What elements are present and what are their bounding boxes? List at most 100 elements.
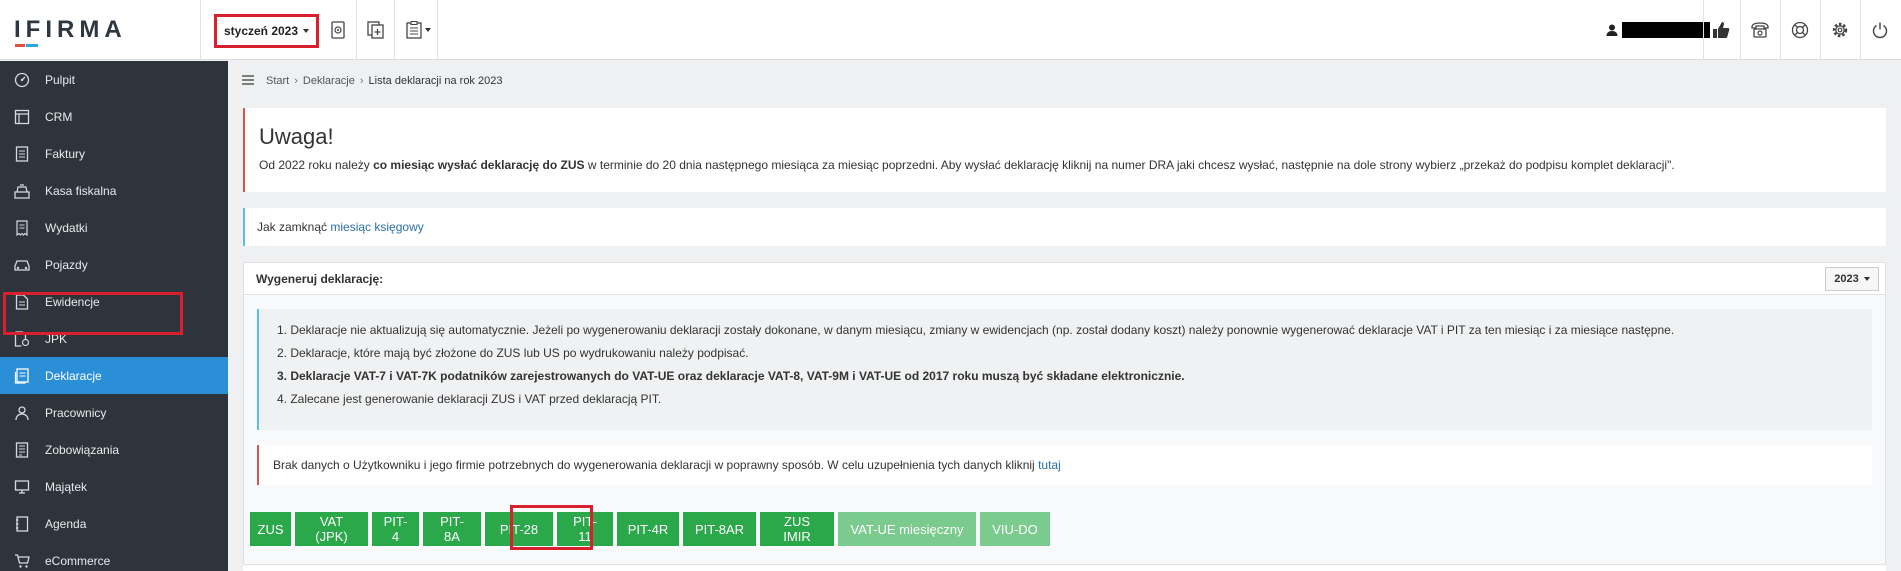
- sidebar-item-zobowiazania[interactable]: Zobowiązania: [0, 431, 228, 468]
- close-month-link[interactable]: miesiąc księgowy: [330, 220, 423, 234]
- list-item: 1. Deklaracje nie aktualizują się automa…: [277, 323, 1675, 337]
- invoice-icon: [12, 145, 32, 162]
- divider: [394, 0, 395, 60]
- declaration-buttons: ZUS VAT (JPK) PIT-4 PIT-8A PIT-28 PIT-11…: [250, 512, 1050, 546]
- year-selector[interactable]: 2023: [1825, 267, 1879, 291]
- user-menu[interactable]: [1606, 20, 1710, 40]
- divider: [1780, 0, 1781, 60]
- sidebar-item-crm[interactable]: CRM: [0, 98, 228, 135]
- divider: [1820, 0, 1821, 60]
- chevron-down-icon: [424, 28, 431, 32]
- breadcrumb-current: Lista deklaracji na rok 2023: [368, 75, 503, 87]
- liabilities-icon: [12, 441, 32, 458]
- breadcrumb-deklaracje[interactable]: Deklaracje: [303, 75, 355, 87]
- sidebar-item-label: Pojazdy: [45, 257, 88, 272]
- cart-icon: [12, 553, 32, 569]
- divider: [1703, 0, 1704, 60]
- sidebar-item-label: Pulpit: [45, 72, 76, 87]
- phone-icon[interactable]: [1748, 18, 1772, 42]
- sidebar-item-label: Wydatki: [45, 220, 88, 235]
- generate-declaration-panel: Wygeneruj deklarację: 2023 1. Deklaracje…: [243, 262, 1886, 571]
- sidebar-item-label: CRM: [45, 109, 73, 124]
- cash-register-icon: [12, 183, 32, 199]
- sidebar-item-wydatki[interactable]: Wydatki: [0, 209, 228, 246]
- sidebar: Pulpit CRM Faktury Kasa fiskalna Wydatki…: [0, 61, 228, 571]
- sidebar-item-faktury[interactable]: Faktury: [0, 135, 228, 172]
- assets-icon: [12, 479, 32, 495]
- sidebar-item-majatek[interactable]: Majątek: [0, 468, 228, 505]
- divider: [437, 0, 438, 60]
- pit-11-button[interactable]: PIT-11: [557, 512, 613, 546]
- records-icon: [12, 293, 32, 310]
- sidebar-item-ewidencje[interactable]: Ewidencje: [0, 283, 228, 320]
- divider: [1740, 0, 1741, 60]
- pit-28-button[interactable]: PIT-28: [485, 512, 553, 546]
- vat-jpk-button[interactable]: VAT (JPK): [295, 512, 368, 546]
- sidebar-item-label: Pracownicy: [45, 405, 107, 420]
- stamp-icon[interactable]: [326, 18, 350, 42]
- zus-button[interactable]: ZUS: [250, 512, 291, 546]
- sidebar-item-label: Ewidencje: [45, 294, 100, 309]
- sidebar-item-ecommerce[interactable]: eCommerce: [0, 542, 228, 571]
- notes-list: 1. Deklaracje nie aktualizują się automa…: [257, 309, 1872, 430]
- breadcrumb-start[interactable]: Start: [266, 75, 289, 87]
- close-month-info: Jak zamknąć miesiąc księgowy: [243, 208, 1886, 246]
- power-icon[interactable]: [1868, 18, 1892, 42]
- warning-alert: Uwaga! Od 2022 roku należy co miesiąc wy…: [243, 108, 1886, 192]
- declarations-icon: [12, 367, 32, 384]
- divider: [1860, 0, 1861, 60]
- chevron-down-icon: [1863, 277, 1870, 281]
- dashboard-icon: [12, 72, 32, 88]
- settings-icon[interactable]: [1828, 18, 1852, 42]
- divider: [200, 0, 201, 60]
- thumbs-up-icon[interactable]: [1709, 18, 1733, 42]
- car-icon: [12, 257, 32, 273]
- redacted-username: [1622, 22, 1710, 38]
- sidebar-item-agenda[interactable]: Agenda: [0, 505, 228, 542]
- alert-title: Uwaga!: [259, 124, 334, 149]
- pit-4r-button[interactable]: PIT-4R: [617, 512, 679, 546]
- sidebar-item-pojazdy[interactable]: Pojazdy: [0, 246, 228, 283]
- ifirma-logo[interactable]: I F IRMA: [14, 16, 127, 47]
- pit-8ar-button[interactable]: PIT-8AR: [683, 512, 756, 546]
- sidebar-item-kasa-fiskalna[interactable]: Kasa fiskalna: [0, 172, 228, 209]
- divider: [356, 0, 357, 60]
- fill-data-link[interactable]: tutaj: [1038, 458, 1061, 472]
- breadcrumb: Start › Deklaracje › Lista deklaracji na…: [228, 61, 1901, 101]
- sidebar-item-deklaracje[interactable]: Deklaracje: [0, 357, 228, 394]
- alert-text-bold: co miesiąc wysłać deklarację do ZUS: [373, 158, 585, 172]
- lifebuoy-icon[interactable]: [1788, 18, 1812, 42]
- pit-8a-button[interactable]: PIT-8A: [423, 512, 481, 546]
- list-item: 3. Deklaracje VAT-7 i VAT-7K podatników …: [277, 369, 1185, 383]
- sidebar-item-jpk[interactable]: JPK: [0, 320, 228, 357]
- jpk-icon: [12, 330, 32, 347]
- sidebar-item-label: Faktury: [45, 146, 86, 161]
- agenda-icon: [12, 515, 32, 532]
- close-month-text: Jak zamknąć: [257, 220, 328, 234]
- viu-do-button[interactable]: VIU-DO: [980, 512, 1050, 546]
- top-bar: I F IRMA styczeń 2023: [0, 0, 1901, 60]
- alert-text-part: w terminie do 20 dnia następnego miesiąc…: [584, 158, 1675, 172]
- sidebar-item-pracownicy[interactable]: Pracownicy: [0, 394, 228, 431]
- sidebar-item-label: Kasa fiskalna: [45, 183, 117, 198]
- chevron-right-icon: ›: [359, 75, 364, 87]
- sidebar-item-label: eCommerce: [45, 553, 111, 568]
- zus-imir-button[interactable]: ZUS IMIR: [760, 512, 834, 546]
- vat-ue-monthly-button[interactable]: VAT-UE miesięczny: [838, 512, 976, 546]
- month-selector-label: styczeń 2023: [223, 24, 299, 38]
- sidebar-item-label: Zobowiązania: [45, 442, 120, 457]
- hamburger-menu-icon[interactable]: [242, 74, 254, 88]
- alert-text-part: Od 2022 roku należy: [259, 158, 374, 172]
- crm-icon: [12, 109, 32, 125]
- month-selector[interactable]: styczeń 2023: [214, 14, 319, 48]
- add-document-icon[interactable]: [364, 18, 388, 42]
- year-selector-label: 2023: [1834, 273, 1859, 285]
- warning-text: Brak danych o Użytkowniku i jego firmie …: [273, 458, 1035, 472]
- pit-4-button[interactable]: PIT-4: [372, 512, 419, 546]
- sidebar-item-pulpit[interactable]: Pulpit: [0, 61, 228, 98]
- missing-data-warning: Brak danych o Użytkowniku i jego firmie …: [257, 445, 1872, 485]
- employees-icon: [12, 405, 32, 421]
- alert-text: Od 2022 roku należy co miesiąc wysłać de…: [259, 158, 1675, 172]
- list-item: 4. Zalecane jest generowanie deklaracji …: [277, 392, 662, 406]
- clipboard-menu-icon[interactable]: [402, 18, 434, 42]
